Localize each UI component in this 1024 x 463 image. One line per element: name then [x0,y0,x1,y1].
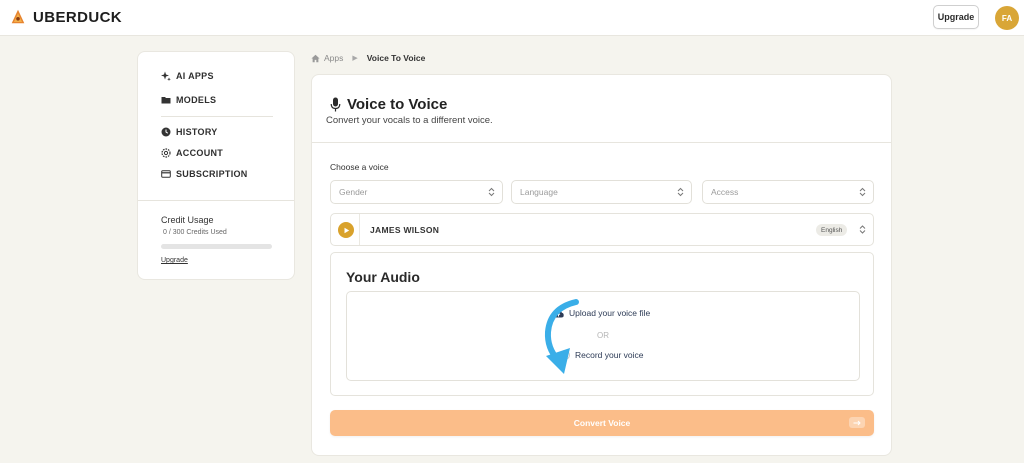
chevron-up-down-icon [488,187,495,197]
sidebar-item-ai-apps[interactable]: AI APPS [161,71,214,81]
sidebar-item-account[interactable]: ACCOUNT [161,148,223,158]
or-separator: OR [597,331,609,340]
page-subtitle: Convert your vocals to a different voice… [326,115,493,126]
card-icon [161,170,171,178]
gender-select-value: Gender [339,187,368,197]
clock-icon [161,127,171,137]
access-select-value: Access [711,187,739,197]
credit-progress-bar [161,244,272,249]
gender-select[interactable]: Gender [330,180,503,204]
language-select[interactable]: Language [511,180,692,204]
chevron-up-down-icon[interactable] [859,224,866,235]
user-avatar[interactable]: FA [995,6,1019,30]
play-preview-button[interactable] [338,222,354,238]
sidebar-upgrade-link[interactable]: Upgrade [161,257,188,264]
choose-voice-label: Choose a voice [330,162,389,172]
your-audio-title: Your Audio [346,269,420,285]
sidebar-item-label: ACCOUNT [176,148,224,158]
logo[interactable]: UBERDUCK [9,8,122,26]
convert-voice-button[interactable]: Convert Voice [330,410,874,436]
sidebar-item-label: HISTORY [176,127,218,137]
page-title-wrap: Voice to Voice [330,96,447,113]
upload-voice-file-button[interactable]: Upload your voice file [553,308,650,318]
sidebar-item-label: MODELS [176,95,217,105]
credit-usage-title: Credit Usage [161,215,214,225]
cloud-upload-icon [553,309,564,317]
convert-voice-label: Convert Voice [573,418,631,428]
record-voice-button[interactable]: Record your voice [560,350,644,360]
upload-voice-file-label: Upload your voice file [569,308,651,318]
voice-to-voice-card: Voice to Voice Convert your vocals to a … [311,74,892,456]
sidebar-divider [161,116,273,117]
chevron-up-down-icon [677,187,684,197]
sidebar-item-models[interactable]: MODELS [161,95,216,105]
microphone-icon [330,97,341,111]
sidebar-item-history[interactable]: HISTORY [161,127,218,137]
access-select[interactable]: Access [702,180,874,204]
uberduck-logo-icon [11,9,25,24]
chevron-right-icon: ▶ [352,55,358,62]
your-audio-section: Your Audio Upload your voice file OR Rec… [330,252,874,396]
sparkle-icon [161,71,171,81]
voice-name: JAMES WILSON [370,225,440,235]
sidebar-item-subscription[interactable]: SUBSCRIPTION [161,169,248,179]
language-select-value: Language [520,187,558,197]
breadcrumb-apps-link[interactable]: Apps [324,53,343,63]
breadcrumb: Apps ▶ Voice To Voice [311,53,425,63]
top-bar: UBERDUCK Upgrade FA [0,0,1024,36]
page-title: Voice to Voice [347,96,448,113]
brand-name: UBERDUCK [33,8,123,26]
sidebar-divider [138,200,294,201]
play-icon [344,227,349,233]
sidebar-item-label: AI APPS [176,71,214,81]
breadcrumb-current: Voice To Voice [366,53,426,63]
audio-dropzone[interactable]: Upload your voice file OR Record your vo… [346,291,860,381]
upgrade-button[interactable]: Upgrade [933,5,979,29]
credit-usage-text: 0 / 300 Credits Used [163,229,227,236]
gear-icon [161,148,171,158]
arrow-right-icon [849,417,865,428]
home-icon [311,54,320,62]
record-voice-label: Record your voice [575,350,644,360]
row-divider [359,214,360,245]
record-icon [560,350,570,360]
voice-selector-row[interactable]: JAMES WILSON English [330,213,874,246]
chevron-up-down-icon [859,187,866,197]
language-badge: English [816,224,848,236]
sidebar-item-label: SUBSCRIPTION [176,169,248,179]
card-header: Voice to Voice Convert your vocals to a … [312,75,891,143]
folder-icon [161,97,171,104]
sidebar: AI APPS MODELS HISTORY ACCOUNT SUBSCRIPT… [137,51,295,280]
